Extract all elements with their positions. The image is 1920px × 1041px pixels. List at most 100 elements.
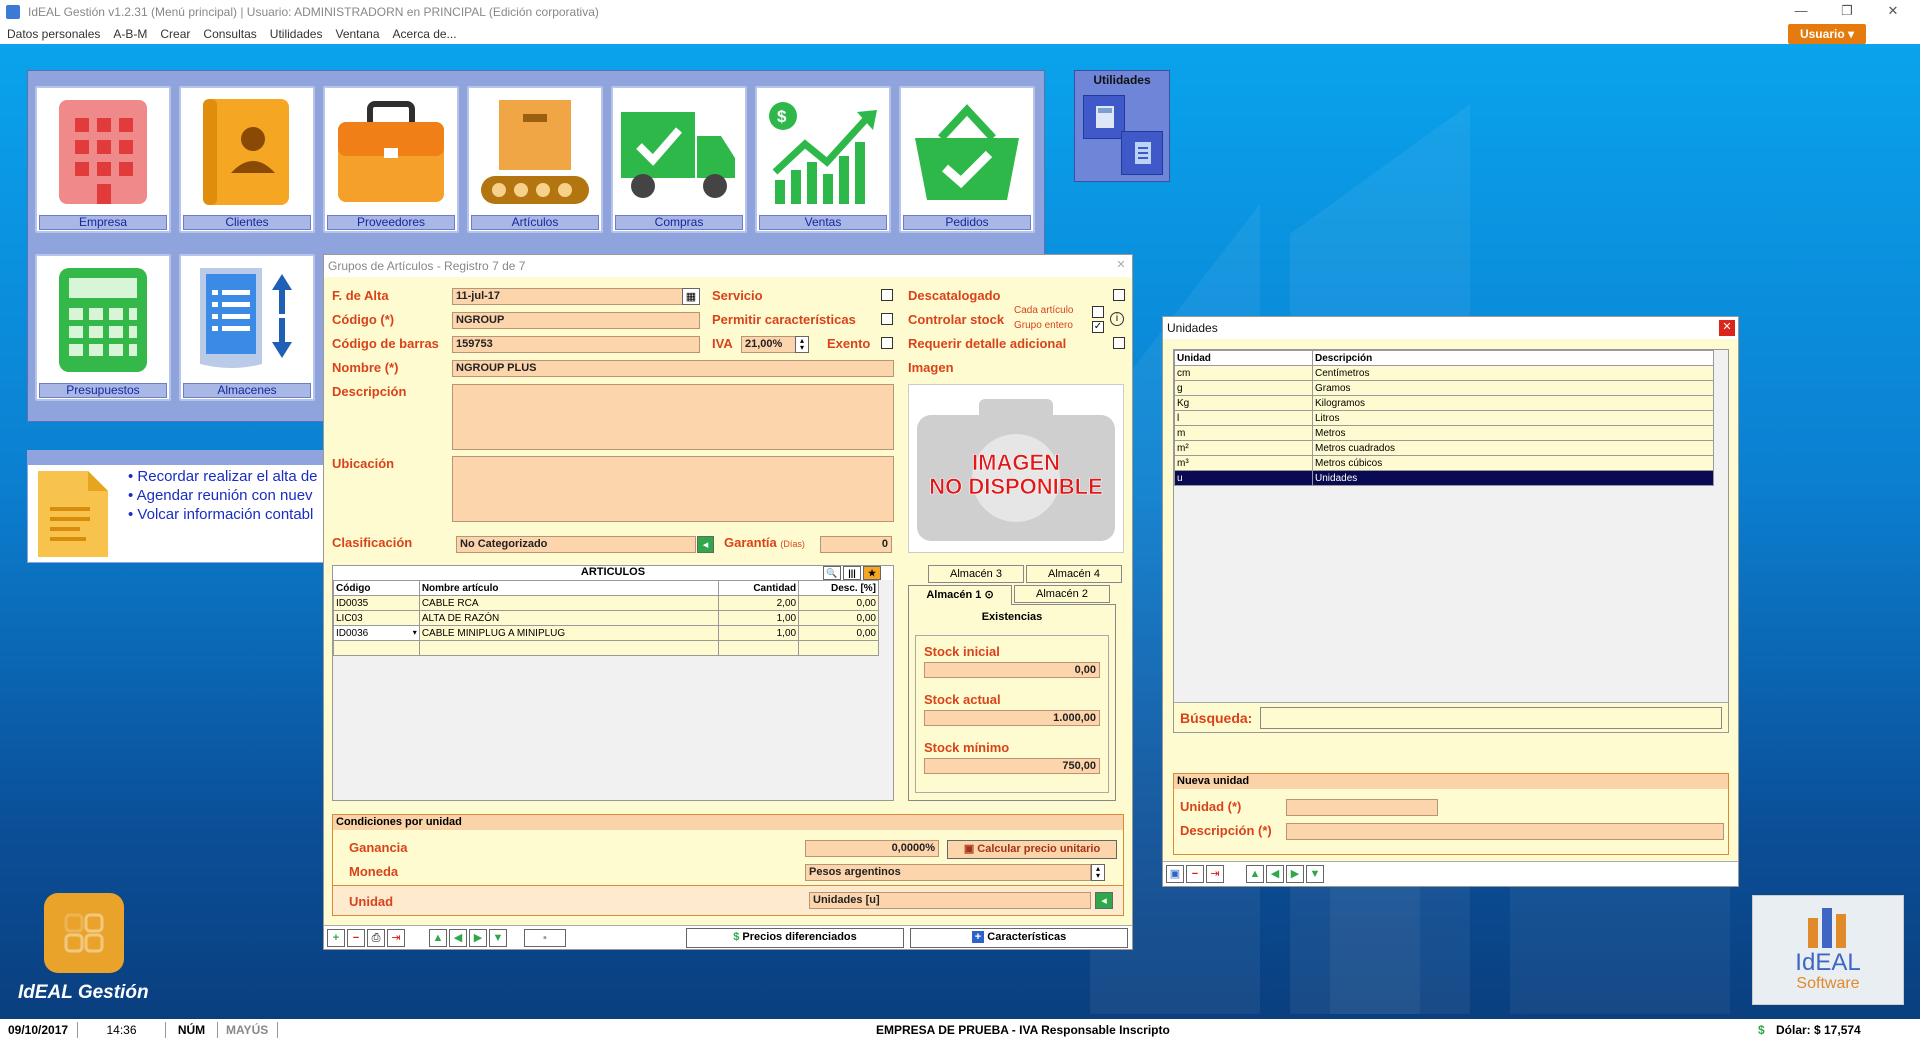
- barcode-field[interactable]: 159753: [452, 336, 700, 353]
- stock-minimo-field[interactable]: 750,00: [924, 758, 1100, 774]
- restore-icon[interactable]: ❐: [1824, 0, 1870, 24]
- table-row[interactable]: cm Centímetros: [1174, 365, 1714, 381]
- calcular-precio-button[interactable]: ▣ Calcular precio unitario: [947, 840, 1117, 859]
- table-row-selected[interactable]: u Unidades: [1174, 470, 1714, 486]
- calendar-icon[interactable]: ▦: [682, 288, 700, 305]
- next-record-icon[interactable]: ▶: [1286, 865, 1304, 883]
- save-icon[interactable]: ▣: [1166, 865, 1184, 883]
- menu-consultas[interactable]: Consultas: [203, 27, 256, 41]
- prev-record-icon[interactable]: ◀: [1266, 865, 1284, 883]
- search-icon[interactable]: 🔍: [823, 566, 841, 580]
- permitir-checkbox[interactable]: [881, 313, 893, 325]
- table-row[interactable]: m Metros: [1174, 425, 1714, 441]
- star-icon[interactable]: ★: [863, 566, 881, 580]
- precios-diferenciados-button[interactable]: $ Precios diferenciados: [686, 928, 904, 948]
- clasificacion-field[interactable]: No Categorizado: [456, 536, 696, 553]
- caracteristicas-button[interactable]: + Características: [910, 928, 1128, 948]
- ubicacion-textarea[interactable]: [452, 456, 894, 522]
- select-arrow-icon[interactable]: ◂: [697, 536, 714, 553]
- reminder-item[interactable]: • Agendar reunión con nuev: [128, 486, 328, 505]
- table-row[interactable]: m² Metros cuadrados: [1174, 440, 1714, 456]
- unidad-input[interactable]: [1286, 799, 1438, 816]
- tile-compras[interactable]: Compras: [611, 86, 747, 233]
- minimize-icon[interactable]: —: [1778, 0, 1824, 24]
- table-row[interactable]: LIC03 ALTA DE RAZÓN 1,00 0,00: [333, 610, 879, 626]
- last-record-icon[interactable]: ▼: [489, 929, 507, 947]
- grupo-entero-checkbox[interactable]: ✓: [1092, 321, 1104, 333]
- tab-almacen-1[interactable]: Almacén 1 ⊙: [908, 585, 1012, 605]
- tile-label: Clientes: [183, 215, 311, 230]
- add-icon[interactable]: +: [327, 929, 345, 947]
- user-menu-button[interactable]: Usuario ▾: [1788, 24, 1866, 44]
- menu-utilidades[interactable]: Utilidades: [270, 27, 323, 41]
- tile-pedidos[interactable]: Pedidos: [899, 86, 1035, 233]
- calculator-util-button[interactable]: [1083, 95, 1125, 139]
- menu-crear[interactable]: Crear: [160, 27, 190, 41]
- exit-icon[interactable]: ⇥: [387, 929, 405, 947]
- dropdown-arrow-icon[interactable]: ▾: [413, 628, 417, 637]
- tab-almacen-3[interactable]: Almacén 3: [928, 565, 1024, 583]
- prev-record-icon[interactable]: ◀: [449, 929, 467, 947]
- ganancia-field[interactable]: 0,0000%: [805, 840, 939, 857]
- nombre-field[interactable]: NGROUP PLUS: [452, 360, 894, 377]
- reminder-item[interactable]: • Recordar realizar el alta de: [128, 467, 328, 486]
- barcode-icon[interactable]: |||: [843, 566, 861, 580]
- table-row-empty[interactable]: [333, 640, 879, 656]
- requerir-checkbox[interactable]: [1113, 337, 1125, 349]
- first-record-icon[interactable]: ▲: [1246, 865, 1264, 883]
- descripcion-textarea[interactable]: [452, 384, 894, 450]
- tile-almacenes[interactable]: Almacenes: [179, 254, 315, 401]
- tile-proveedores[interactable]: Proveedores: [323, 86, 459, 233]
- search-input[interactable]: [1260, 707, 1722, 729]
- garantia-field[interactable]: 0: [820, 536, 892, 553]
- tile-presupuestos[interactable]: Presupuestos: [35, 254, 171, 401]
- first-record-icon[interactable]: ▲: [429, 929, 447, 947]
- iva-field[interactable]: 21,00%: [741, 336, 796, 353]
- moneda-spinner[interactable]: ▴ ▾: [1091, 864, 1105, 881]
- cada-articulo-checkbox[interactable]: [1092, 306, 1104, 318]
- info-icon[interactable]: i: [1110, 312, 1124, 326]
- exento-checkbox[interactable]: [881, 337, 893, 349]
- tile-articulos[interactable]: Artículos: [467, 86, 603, 233]
- print-icon[interactable]: ⎙: [367, 929, 385, 947]
- delete-icon[interactable]: −: [347, 929, 365, 947]
- unidad-select[interactable]: Unidades [u]: [809, 892, 1091, 909]
- menu-datos-personales[interactable]: Datos personales: [7, 27, 100, 41]
- select-arrow-icon[interactable]: ◂: [1095, 892, 1113, 909]
- close-icon[interactable]: ✕: [1113, 258, 1129, 274]
- table-row[interactable]: ID0035 CABLE RCA 2,00 0,00: [333, 595, 879, 611]
- table-row[interactable]: l Litros: [1174, 410, 1714, 426]
- image-placeholder[interactable]: IMAGEN NO DISPONIBLE: [908, 384, 1124, 553]
- tab-almacen-2[interactable]: Almacén 2: [1014, 585, 1110, 603]
- servicio-checkbox[interactable]: [881, 289, 893, 301]
- next-record-icon[interactable]: ▶: [469, 929, 487, 947]
- tile-clientes[interactable]: Clientes: [179, 86, 315, 233]
- descatalogado-checkbox[interactable]: [1113, 289, 1125, 301]
- tile-ventas[interactable]: $ Ventas: [755, 86, 891, 233]
- menu-acerca-de[interactable]: Acerca de...: [393, 27, 457, 41]
- iva-spinner[interactable]: ▴ ▾: [795, 336, 809, 353]
- stock-inicial-field[interactable]: 0,00: [924, 662, 1100, 678]
- descripcion-input[interactable]: [1286, 823, 1724, 840]
- alta-date-field[interactable]: 11-jul-17: [452, 288, 684, 305]
- table-row[interactable]: ID0036 ▾ CABLE MINIPLUG A MINIPLUG 1,00 0…: [333, 625, 879, 641]
- save-icon[interactable]: ▪: [524, 929, 566, 947]
- tile-empresa[interactable]: Empresa: [35, 86, 171, 233]
- table-row[interactable]: g Gramos: [1174, 380, 1714, 396]
- moneda-select[interactable]: Pesos argentinos: [805, 864, 1091, 881]
- delete-icon[interactable]: −: [1186, 865, 1204, 883]
- table-row[interactable]: m³ Metros cúbicos: [1174, 455, 1714, 471]
- menu-ventana[interactable]: Ventana: [335, 27, 379, 41]
- notepad-util-button[interactable]: [1121, 131, 1163, 175]
- last-record-icon[interactable]: ▼: [1306, 865, 1324, 883]
- table-row[interactable]: Kg Kilogramos: [1174, 395, 1714, 411]
- tab-almacen-4[interactable]: Almacén 4: [1026, 565, 1122, 583]
- cell-codigo-editor[interactable]: ID0036 ▾: [333, 625, 420, 641]
- codigo-field[interactable]: NGROUP: [452, 312, 700, 329]
- exit-icon[interactable]: ⇥: [1206, 865, 1224, 883]
- menu-abm[interactable]: A-B-M: [113, 27, 147, 41]
- close-icon[interactable]: ✕: [1719, 320, 1735, 336]
- close-icon[interactable]: ✕: [1870, 0, 1916, 24]
- stock-actual-field[interactable]: 1.000,00: [924, 710, 1100, 726]
- reminder-item[interactable]: • Volcar información contabl: [128, 505, 328, 524]
